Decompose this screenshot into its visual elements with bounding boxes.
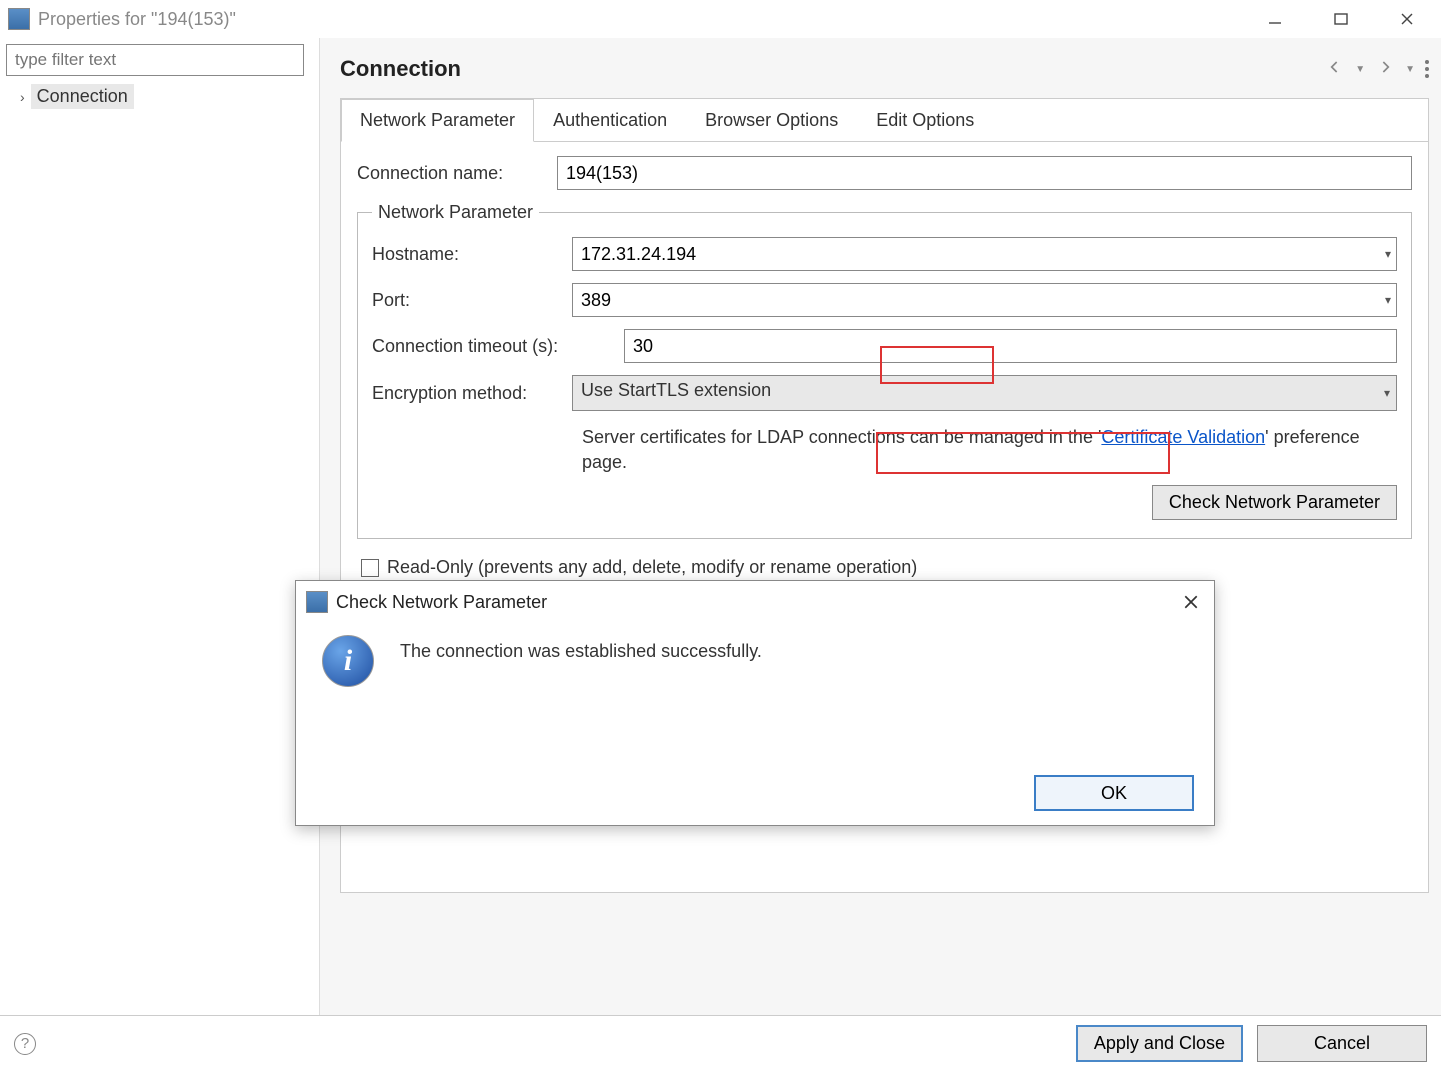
- tree-item-label: Connection: [31, 84, 134, 109]
- port-label: Port:: [372, 290, 572, 311]
- timeout-label: Connection timeout (s):: [372, 336, 624, 357]
- hostname-input[interactable]: [572, 237, 1397, 271]
- group-legend: Network Parameter: [372, 202, 539, 223]
- connection-name-label: Connection name:: [357, 163, 557, 184]
- port-input[interactable]: [572, 283, 1397, 317]
- encryption-select[interactable]: Use StartTLS extension ▾: [572, 375, 1397, 411]
- check-network-dialog: Check Network Parameter i The connection…: [295, 580, 1215, 826]
- app-icon: [8, 8, 30, 30]
- readonly-checkbox[interactable]: [361, 559, 379, 577]
- ok-button[interactable]: OK: [1034, 775, 1194, 811]
- chevron-down-icon: ▾: [1384, 386, 1390, 400]
- encryption-value: Use StartTLS extension: [581, 380, 771, 400]
- encryption-label: Encryption method:: [372, 383, 572, 404]
- tab-network-parameter[interactable]: Network Parameter: [341, 99, 534, 142]
- apply-and-close-button[interactable]: Apply and Close: [1076, 1025, 1243, 1062]
- back-button[interactable]: [1325, 57, 1345, 82]
- tab-authentication[interactable]: Authentication: [534, 99, 686, 141]
- filter-input[interactable]: [6, 44, 304, 76]
- dialog-button-bar: ? Apply and Close Cancel: [0, 1015, 1441, 1071]
- window-titlebar: Properties for "194(153)": [0, 0, 1441, 38]
- tab-browser-options[interactable]: Browser Options: [686, 99, 857, 141]
- network-parameter-group: Network Parameter Hostname: ▾ Port: ▾: [357, 202, 1412, 539]
- app-icon: [306, 591, 328, 613]
- back-dropdown[interactable]: ▼: [1355, 64, 1365, 75]
- connection-name-input[interactable]: [557, 156, 1412, 190]
- maximize-button[interactable]: [1327, 5, 1355, 33]
- window-title: Properties for "194(153)": [38, 9, 1261, 30]
- readonly-label: Read-Only (prevents any add, delete, mod…: [387, 557, 917, 578]
- certificate-explanation: Server certificates for LDAP connections…: [582, 425, 1397, 475]
- chevron-right-icon: ›: [20, 89, 25, 105]
- content-area: Connection ▼ ▼ Network Parameter Authent…: [320, 38, 1441, 1015]
- timeout-input[interactable]: [624, 329, 1397, 363]
- dialog-title: Check Network Parameter: [336, 592, 1178, 613]
- tree-item-connection[interactable]: › Connection: [20, 84, 313, 109]
- tab-edit-options[interactable]: Edit Options: [857, 99, 993, 141]
- menu-icon[interactable]: [1425, 60, 1429, 78]
- cancel-button[interactable]: Cancel: [1257, 1025, 1427, 1062]
- dialog-close-button[interactable]: [1178, 589, 1204, 615]
- info-icon: i: [322, 635, 374, 687]
- help-button[interactable]: ?: [14, 1033, 36, 1055]
- forward-dropdown[interactable]: ▼: [1405, 64, 1415, 75]
- section-title: Connection: [340, 56, 461, 82]
- certificate-validation-link[interactable]: Certificate Validation: [1101, 427, 1265, 447]
- check-network-button[interactable]: Check Network Parameter: [1152, 485, 1397, 520]
- dialog-message: The connection was established successfu…: [400, 635, 762, 687]
- hostname-label: Hostname:: [372, 244, 572, 265]
- forward-button[interactable]: [1375, 57, 1395, 82]
- minimize-button[interactable]: [1261, 5, 1289, 33]
- sidebar: › Connection: [0, 38, 320, 1015]
- close-button[interactable]: [1393, 5, 1421, 33]
